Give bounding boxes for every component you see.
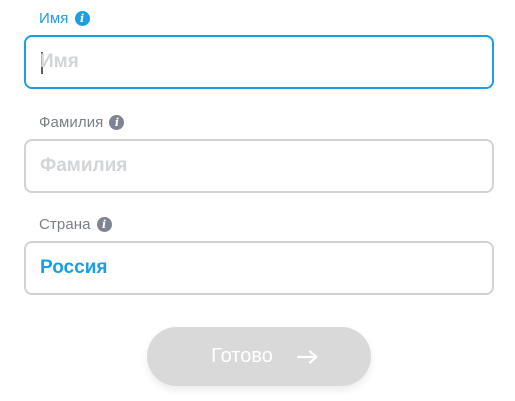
first-name-label: Имя: [39, 9, 69, 27]
country-label: Страна: [39, 215, 91, 233]
country-label-row: Страна i: [39, 214, 494, 234]
info-icon[interactable]: i: [96, 216, 112, 232]
last-name-input[interactable]: [40, 141, 470, 191]
done-button-label: Готово: [211, 345, 273, 367]
last-name-input-box[interactable]: [24, 139, 494, 193]
last-name-field: Фамилия i: [24, 112, 494, 193]
first-name-field: Имя i: [24, 8, 494, 89]
first-name-input-box[interactable]: [24, 35, 494, 89]
last-name-label-row: Фамилия i: [39, 112, 494, 132]
country-input-box[interactable]: [24, 241, 494, 295]
done-button[interactable]: Готово: [147, 327, 371, 386]
country-input[interactable]: [40, 243, 470, 293]
country-field: Страна i: [24, 214, 494, 295]
first-name-label-row: Имя i: [39, 8, 494, 28]
last-name-label: Фамилия: [39, 113, 104, 131]
info-icon[interactable]: i: [74, 10, 90, 26]
first-name-input[interactable]: [40, 37, 470, 87]
arrow-right-icon: [296, 349, 319, 364]
info-icon[interactable]: i: [109, 114, 125, 130]
